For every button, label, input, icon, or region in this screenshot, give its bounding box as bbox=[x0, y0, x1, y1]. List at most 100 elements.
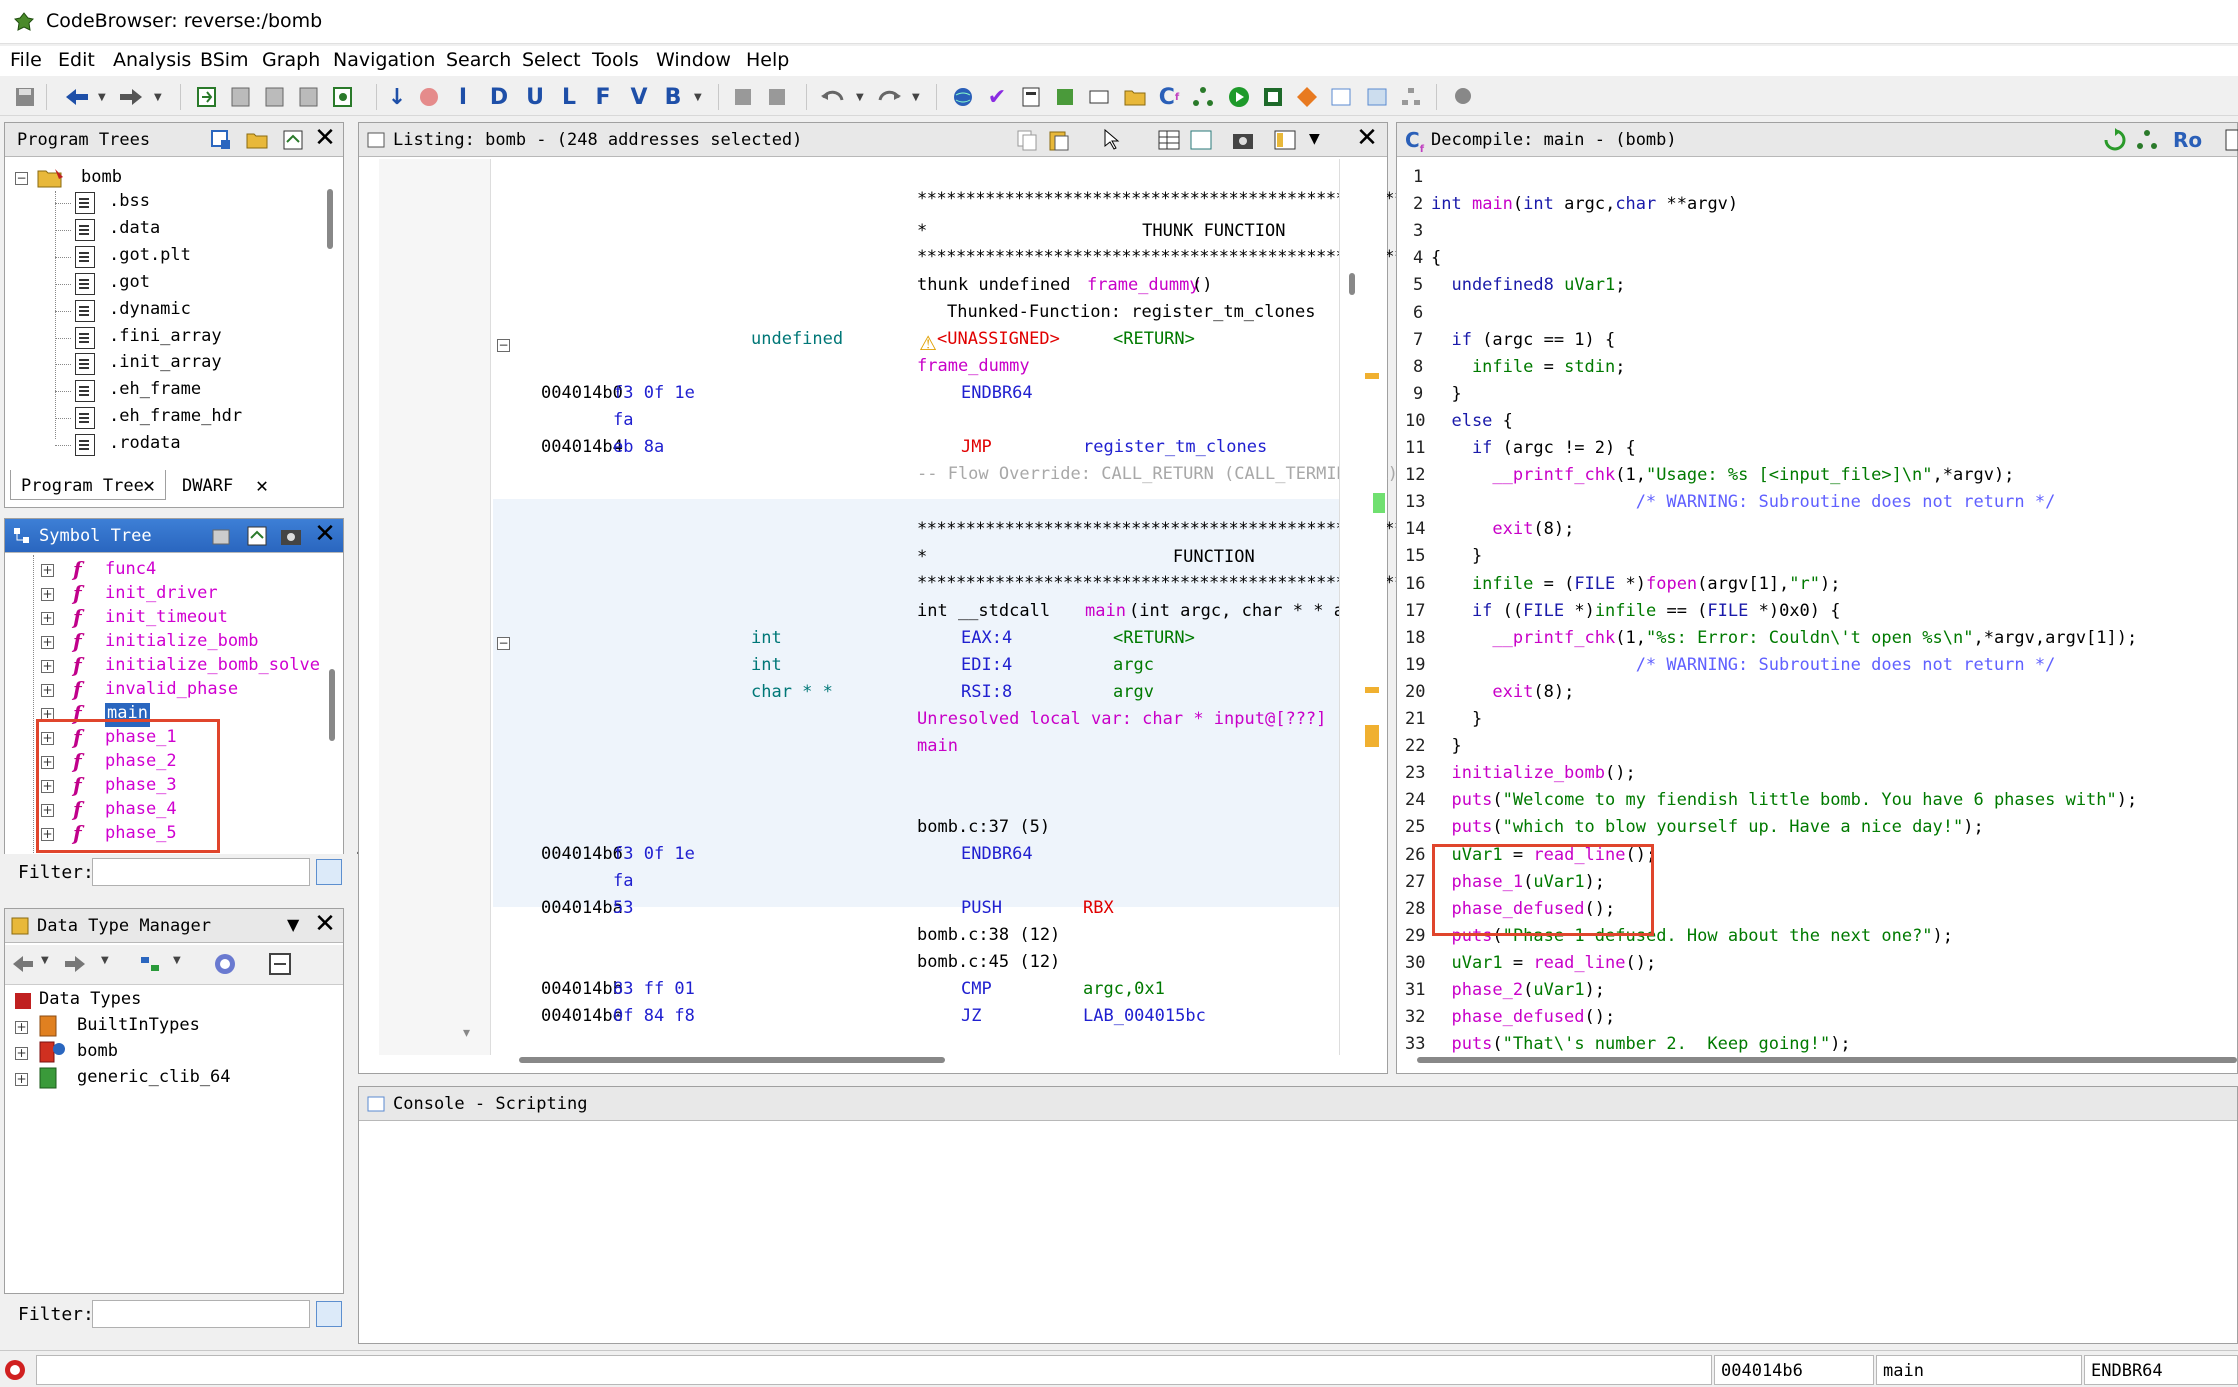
refresh-green-icon[interactable] bbox=[1052, 84, 1078, 110]
gear-patch2-icon[interactable] bbox=[764, 84, 790, 110]
tree-item-data[interactable]: .data bbox=[109, 218, 160, 242]
filter-options-icon[interactable] bbox=[316, 859, 342, 885]
menu-bsim[interactable]: BSim bbox=[200, 49, 249, 71]
filter-options-icon[interactable] bbox=[316, 1301, 342, 1327]
archive-dropdown-icon[interactable]: ▼ bbox=[173, 955, 181, 966]
decompile-line-15[interactable]: } bbox=[1431, 546, 1482, 566]
sync-icon[interactable] bbox=[213, 952, 237, 976]
function-graph-icon[interactable] bbox=[1190, 84, 1216, 110]
symbol-item-phase-4[interactable]: phase_4 bbox=[105, 799, 177, 823]
collapse-icon[interactable]: − bbox=[497, 637, 510, 650]
decompile-line-12[interactable]: __printf_chk(1,"Usage: %s [<input_file>]… bbox=[1431, 465, 2014, 485]
listing-ins6[interactable]: JZ bbox=[961, 1006, 981, 1026]
tree-item-fini_array[interactable]: .fini_array bbox=[109, 326, 222, 350]
menu-tools[interactable]: Tools bbox=[592, 49, 639, 71]
symbol-item-init-timeout[interactable]: init_timeout bbox=[105, 607, 228, 631]
horizontal-scrollbar[interactable] bbox=[1417, 1057, 2237, 1063]
menu-select[interactable]: Select bbox=[522, 49, 581, 71]
globe-icon[interactable] bbox=[950, 84, 976, 110]
expand-icon[interactable]: + bbox=[41, 660, 54, 673]
expand-icon[interactable]: + bbox=[41, 684, 54, 697]
menu-edit[interactable]: Edit bbox=[58, 49, 95, 71]
tab-program-tree[interactable]: Program Tree ✕ bbox=[10, 470, 166, 500]
builtintypes-label[interactable]: BuiltInTypes bbox=[77, 1015, 200, 1039]
listing-addr3[interactable]: 004014b6 bbox=[541, 844, 623, 864]
listing-ins1[interactable]: ENDBR64 bbox=[961, 383, 1033, 403]
refresh-icon[interactable] bbox=[2103, 128, 2127, 152]
options-dropdown-icon[interactable]: ▼ bbox=[1309, 131, 1320, 147]
undefined-type-icon[interactable]: U bbox=[522, 84, 548, 110]
expand-icon[interactable]: + bbox=[41, 828, 54, 841]
symbol-item-phase-3[interactable]: phase_3 bbox=[105, 775, 177, 799]
close-icon[interactable]: ✕ bbox=[256, 473, 268, 497]
listing-thunk-sig-b[interactable]: frame_dummy bbox=[1087, 275, 1200, 295]
script-manager-icon[interactable] bbox=[1260, 84, 1286, 110]
options-icon[interactable] bbox=[1273, 128, 1297, 152]
expand-icon[interactable]: + bbox=[41, 756, 54, 769]
save-icon[interactable] bbox=[12, 84, 38, 110]
listing-addr4[interactable]: 004014ba bbox=[541, 898, 623, 918]
next-data-icon[interactable] bbox=[194, 84, 220, 110]
symbol-filter-input[interactable] bbox=[92, 858, 310, 886]
close-icon[interactable]: ✕ bbox=[313, 911, 337, 937]
tree-structure-icon[interactable] bbox=[1398, 84, 1424, 110]
symbol-item-phase-5[interactable]: phase_5 bbox=[105, 823, 177, 847]
symbol-item-phase-1[interactable]: phase_1 bbox=[105, 727, 177, 751]
tree-item-init_array[interactable]: .init_array bbox=[109, 352, 222, 376]
tree-root-label[interactable]: bomb bbox=[81, 167, 122, 191]
listing-main-label[interactable]: main bbox=[917, 736, 958, 756]
decompile-line-7[interactable]: if (argc == 1) { bbox=[1431, 330, 1615, 350]
listing-ins5[interactable]: CMP bbox=[961, 979, 992, 999]
checkmark-icon[interactable]: ✔ bbox=[984, 84, 1010, 110]
decompile-line-20[interactable]: exit(8); bbox=[1431, 682, 1574, 702]
decompile-line-10[interactable]: else { bbox=[1431, 411, 1512, 431]
snapshot-camera-icon[interactable] bbox=[279, 524, 303, 548]
close-icon[interactable]: ✕ bbox=[1355, 125, 1379, 151]
scrollbar[interactable] bbox=[327, 189, 333, 249]
expand-icon[interactable]: + bbox=[15, 1073, 28, 1086]
datatype-filter-input[interactable] bbox=[92, 1300, 310, 1328]
tree-item-dynamic[interactable]: .dynamic bbox=[109, 299, 191, 323]
tree-item-bss[interactable]: .bss bbox=[109, 191, 150, 215]
tree-item-got[interactable]: .got bbox=[109, 272, 150, 296]
next-undefined-icon[interactable] bbox=[262, 84, 288, 110]
decompile-line-21[interactable]: } bbox=[1431, 709, 1482, 729]
decompile-line-26[interactable]: uVar1 = read_line(); bbox=[1431, 845, 1656, 865]
undo-dropdown-icon[interactable]: ▼ bbox=[856, 92, 864, 103]
decompile-line-14[interactable]: exit(8); bbox=[1431, 519, 1574, 539]
decompile-line-2[interactable]: int main(int argc,char **argv) bbox=[1431, 194, 1738, 214]
snapshot-icon[interactable] bbox=[1364, 84, 1390, 110]
listing-op2[interactable]: register_tm_clones bbox=[1083, 437, 1267, 457]
redo-dropdown-icon[interactable]: ▼ bbox=[912, 92, 920, 103]
integer-type-icon[interactable]: I bbox=[450, 84, 476, 110]
expand-icon[interactable]: + bbox=[41, 612, 54, 625]
collapse-icon[interactable]: − bbox=[497, 339, 510, 352]
new-view-icon[interactable] bbox=[209, 128, 233, 152]
table-view-icon[interactable] bbox=[1328, 84, 1354, 110]
back-dropdown-icon[interactable]: ▼ bbox=[98, 92, 106, 103]
decompile-line-5[interactable]: undefined8 uVar1; bbox=[1431, 275, 1625, 295]
decompile-line-29[interactable]: puts("Phase 1 defused. How about the nex… bbox=[1431, 926, 1953, 946]
decompile-line-32[interactable]: phase_defused(); bbox=[1431, 1007, 1615, 1027]
tree-item-eh_frame_hdr[interactable]: .eh_frame_hdr bbox=[109, 406, 242, 430]
back-arrow-icon[interactable] bbox=[64, 84, 90, 110]
create-namespace-icon[interactable] bbox=[209, 524, 233, 548]
expand-icon[interactable]: + bbox=[15, 1047, 28, 1060]
chat-bubble-icon[interactable] bbox=[1450, 84, 1476, 110]
tree-item-gotplt[interactable]: .got.plt bbox=[109, 245, 191, 269]
menu-file[interactable]: File bbox=[10, 49, 42, 71]
decompile-line-16[interactable]: infile = (FILE *)fopen(argv[1],"r"); bbox=[1431, 574, 1841, 594]
next-function-icon[interactable] bbox=[330, 84, 356, 110]
forward-arrow-icon[interactable] bbox=[63, 953, 87, 975]
archive-icon[interactable] bbox=[139, 953, 165, 975]
bytes-dropdown-icon[interactable]: ▼ bbox=[694, 92, 702, 103]
next-label-icon[interactable] bbox=[296, 84, 322, 110]
decompile-line-8[interactable]: infile = stdin; bbox=[1431, 357, 1626, 377]
generic-clib-label[interactable]: generic_clib_64 bbox=[77, 1067, 231, 1091]
undo-icon[interactable] bbox=[820, 84, 846, 110]
symbol-item-main[interactable]: main bbox=[105, 703, 150, 727]
decompile-line-24[interactable]: puts("Welcome to my fiendish little bomb… bbox=[1431, 790, 2137, 810]
decompile-line-19[interactable]: /* WARNING: Subroutine does not return *… bbox=[1431, 655, 2056, 675]
clear-code-icon[interactable] bbox=[416, 84, 442, 110]
symbol-item-func4[interactable]: func4 bbox=[105, 559, 156, 583]
